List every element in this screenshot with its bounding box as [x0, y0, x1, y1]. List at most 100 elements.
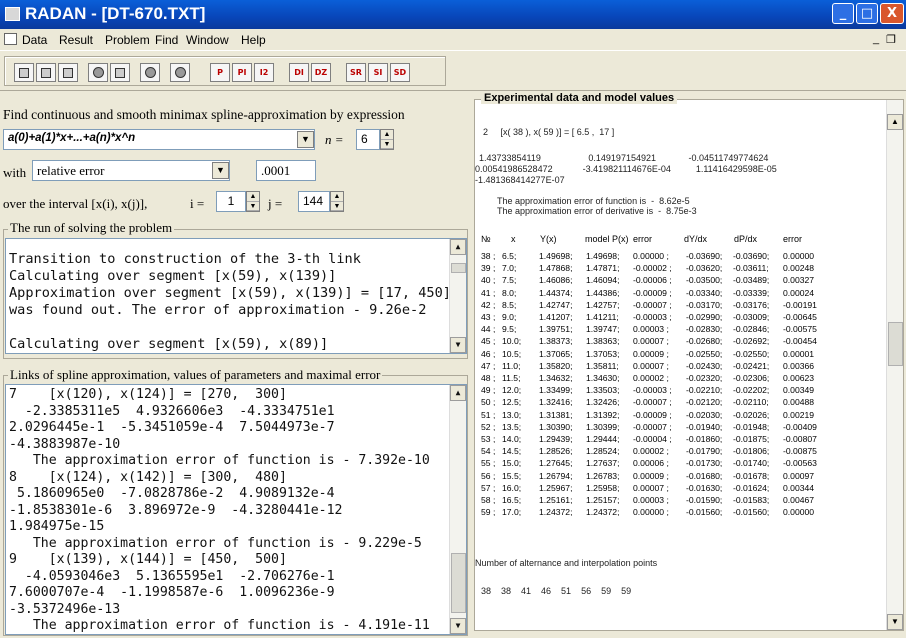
error-type-select[interactable]: relative error	[32, 160, 230, 181]
run-log-scrollbar[interactable]: ▲ ▼	[449, 239, 466, 353]
data-table-cell: 1.42747;	[539, 299, 573, 310]
i-spinner[interactable]: ▲ ▼	[246, 191, 260, 212]
menu-result[interactable]: Result	[59, 33, 93, 47]
chevron-down-icon[interactable]: ▼	[212, 162, 229, 179]
toolbar-i2-button[interactable]: I2	[254, 63, 274, 82]
error-value-input[interactable]: .0001	[256, 160, 316, 181]
scroll-up-icon[interactable]: ▲	[450, 385, 466, 401]
problem-panel: Find continuous and smooth minimax splin…	[0, 92, 470, 638]
document-icon[interactable]	[4, 33, 17, 45]
data-table-cell: 0.00623	[783, 373, 815, 383]
data-table-cell: -0.00009 ;	[633, 287, 672, 298]
links-scrollbar[interactable]: ▲ ▼	[449, 385, 466, 634]
toolbar-si-button[interactable]: SI	[368, 63, 388, 82]
scroll-thumb[interactable]	[451, 553, 466, 613]
data-table-cell: -0.03500;	[686, 275, 723, 286]
scroll-thumb[interactable]	[451, 263, 466, 273]
data-table-cell: 55 ;	[481, 458, 496, 469]
scroll-up-icon[interactable]: ▲	[450, 239, 466, 255]
mdi-restore-button[interactable]: ❐	[886, 33, 896, 46]
mdi-minimize-button[interactable]: _	[873, 33, 879, 45]
data-table-cell: -0.00807	[783, 434, 817, 444]
toolbar-sd-button[interactable]: SD	[390, 63, 410, 82]
find-icon[interactable]	[88, 63, 108, 82]
data-table-cell: -0.02120;	[686, 397, 723, 408]
run-log[interactable]: Transition to construction of the 3-th l…	[5, 238, 467, 354]
data-table-cell: -0.02692;	[733, 336, 770, 347]
close-button[interactable]: X	[880, 3, 904, 24]
data-table-cell: 0.00009 ;	[633, 348, 669, 359]
data-table-cell: 44 ;	[481, 324, 496, 335]
toolbar-group: P PI I2 DI DZ SR SI SD	[4, 56, 446, 86]
data-table-cell: -0.01560;	[686, 507, 723, 518]
menu-help[interactable]: Help	[241, 33, 266, 47]
j-spinner[interactable]: ▲ ▼	[330, 191, 344, 212]
header-cell: x	[511, 234, 516, 244]
toolbar-dz-button[interactable]: DZ	[311, 63, 331, 82]
open-file-icon[interactable]	[14, 63, 34, 82]
toolbar-p-button[interactable]: P	[210, 63, 230, 82]
data-table-cell: 1.37053;	[586, 348, 620, 359]
data-table-cell: -0.00007 ;	[633, 299, 672, 310]
n-spinner[interactable]: ▲ ▼	[380, 129, 394, 150]
data-table-cell: 1.38363;	[586, 336, 620, 347]
toolbar-di-button[interactable]: DI	[289, 63, 309, 82]
scroll-thumb[interactable]	[888, 322, 903, 366]
data-table-cell: -0.00009 ;	[633, 409, 672, 420]
disk-icon[interactable]	[140, 63, 160, 82]
scroll-down-icon[interactable]: ▼	[450, 337, 466, 353]
chevron-down-icon[interactable]: ▼	[297, 131, 314, 148]
help-icon[interactable]	[170, 63, 190, 82]
app-icon[interactable]	[5, 7, 20, 21]
data-table-cell: 1.25958;	[586, 482, 620, 493]
scroll-down-icon[interactable]: ▼	[887, 614, 903, 630]
data-table-cell: -0.00563	[783, 458, 817, 469]
links-output[interactable]: 7 [x(120), x(124)] = [270, 300] -2.33853…	[5, 384, 467, 635]
data-table-cell: -0.00875	[783, 446, 817, 457]
data-table-cell: 0.00000 ;	[633, 251, 669, 261]
i-input[interactable]: 1	[216, 191, 246, 212]
data-table-cell: 1.33503;	[586, 385, 620, 396]
data-table-cell: -0.03620;	[686, 263, 723, 274]
links-line: -1.8538301e-6 3.896972e-9 -4.3280441e-12	[9, 502, 343, 518]
save-icon[interactable]	[58, 63, 78, 82]
data-table-cell: -0.02030;	[686, 409, 723, 420]
toolbar-sr-button[interactable]: SR	[346, 63, 366, 82]
data-table-cell: 0.00002 ;	[633, 446, 669, 457]
menu-problem[interactable]: Problem	[105, 33, 150, 47]
data-table-cell: -0.02830;	[686, 324, 723, 335]
data-table-cell: -0.02421;	[733, 360, 770, 371]
maximize-button[interactable]: □	[856, 3, 878, 24]
minimize-button[interactable]: _	[832, 3, 854, 24]
expression-select[interactable]: a(0)+a(1)*x+...+a(n)*x^n	[3, 129, 315, 150]
alternance-label: Number of alternance and interpolation p…	[475, 558, 658, 568]
edit-icon[interactable]	[36, 63, 56, 82]
data-table-cell: 15.5;	[502, 470, 522, 481]
toolbar-pi-button[interactable]: PI	[232, 63, 252, 82]
segment-line: 2 [x( 38 ), x( 59 )] = [ 6.5 , 17 ]	[483, 127, 615, 137]
j-input[interactable]: 144	[298, 191, 330, 212]
scroll-up-icon[interactable]: ▲	[887, 114, 903, 130]
experimental-data-frame[interactable]: 2 [x( 38 ), x( 59 )] = [ 6.5 , 17 ] 1.43…	[474, 99, 904, 631]
experimental-data-title: Experimental data and model values	[481, 92, 678, 104]
header-cell: dP/dx	[734, 234, 758, 244]
data-table-cell: 8.0;	[502, 287, 517, 298]
links-line: 9 [x(139), x(144)] = [450, 500]	[9, 552, 287, 567]
data-table-cell: 1.39747;	[586, 324, 620, 335]
menu-find[interactable]: Find	[155, 33, 178, 47]
data-table-cell: -0.00003 ;	[633, 385, 672, 396]
menu-data[interactable]: Data	[22, 33, 47, 47]
data-table-cell: 10.0;	[502, 336, 522, 347]
header-cell: №	[481, 234, 491, 244]
menu-window[interactable]: Window	[186, 33, 229, 47]
grid-icon[interactable]	[110, 63, 130, 82]
title-bar[interactable]: RADAN - [DT-670.TXT] _ □ X	[0, 0, 906, 29]
scroll-down-icon[interactable]: ▼	[450, 618, 466, 634]
data-table-cell: 1.35811;	[586, 360, 619, 371]
data-table-cell: 17.0;	[502, 507, 522, 518]
data-scrollbar[interactable]: ▲ ▼	[886, 100, 903, 630]
data-table-cell: -0.01680;	[686, 470, 723, 481]
data-table-cell: -0.01806;	[733, 446, 770, 457]
data-table-cell: -0.02110;	[733, 397, 769, 408]
n-input[interactable]: 6	[356, 129, 380, 150]
